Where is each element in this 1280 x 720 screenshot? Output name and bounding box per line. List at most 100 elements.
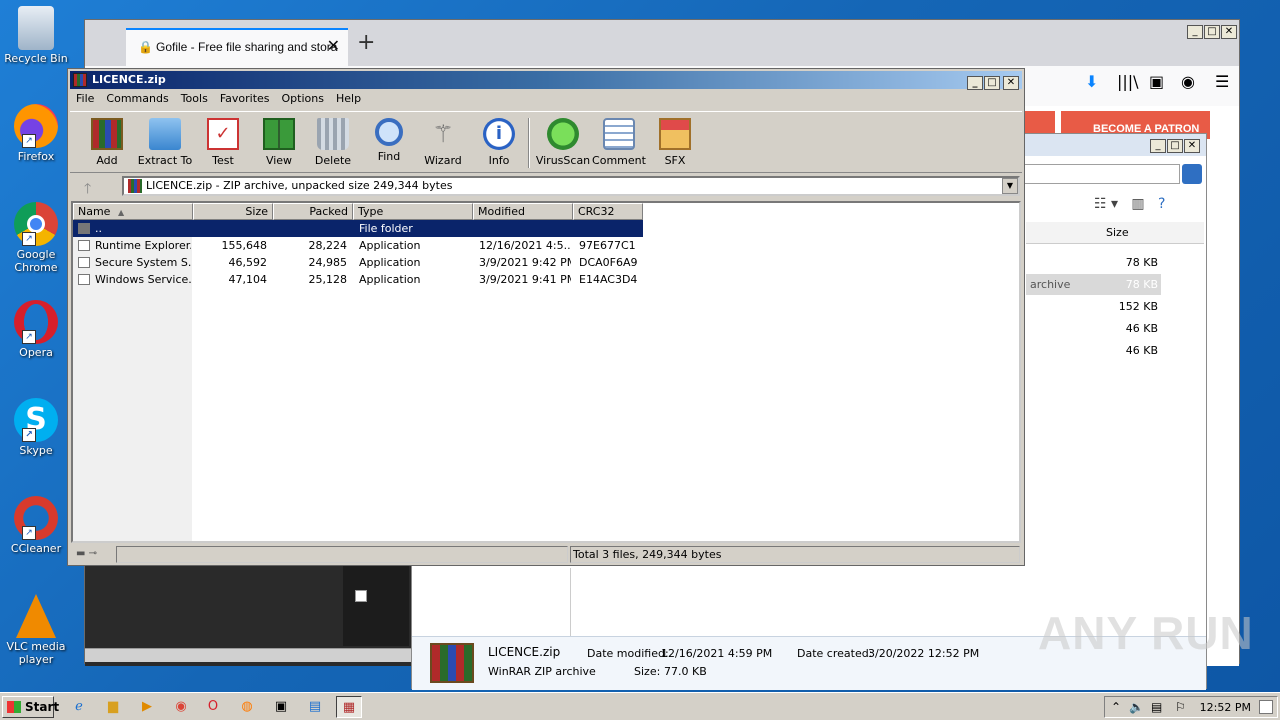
checkbox[interactable] xyxy=(355,590,367,602)
winrar-taskbar-icon[interactable]: ▦ xyxy=(336,696,362,718)
firefox-tab[interactable]: 🔒 Gofile - Free file sharing and stora ✕ xyxy=(126,28,348,66)
archive-icon xyxy=(128,179,142,193)
library-icon[interactable]: |||\ xyxy=(1117,72,1139,91)
table-row[interactable]: Runtime Explorer... 155,648 28,224 Appli… xyxy=(73,237,643,254)
comment-button[interactable]: Comment xyxy=(590,114,648,167)
close-button[interactable]: ✕ xyxy=(1003,76,1019,90)
close-tab-icon[interactable]: ✕ xyxy=(327,30,340,64)
add-button[interactable]: Add xyxy=(78,114,136,167)
minimize-button[interactable]: _ xyxy=(1150,139,1166,153)
maximize-button[interactable]: □ xyxy=(1167,139,1183,153)
cell-type: Application xyxy=(359,256,421,269)
cell-type: Application xyxy=(359,239,421,252)
column-crc32[interactable]: CRC32 xyxy=(573,203,643,220)
ccleaner-icon: ↗ xyxy=(14,496,58,540)
toolbar-label: Delete xyxy=(314,154,352,167)
find-button[interactable]: Find xyxy=(360,114,418,163)
delete-button[interactable]: Delete xyxy=(304,114,362,167)
column-packed[interactable]: Packed xyxy=(273,203,353,220)
winrar-titlebar: LICENCE.zip _ □ ✕ xyxy=(70,71,1022,90)
winrar-archive-icon xyxy=(430,643,474,683)
menu-icon[interactable]: ☰ xyxy=(1215,72,1229,91)
show-desktop-icon[interactable] xyxy=(1259,700,1273,714)
explorer-window-icon[interactable]: ▤ xyxy=(302,696,328,718)
firefox-window-controls: _ □ ✕ xyxy=(1186,24,1237,39)
help-icon[interactable]: ? xyxy=(1158,196,1165,212)
explorer-search-input[interactable] xyxy=(1022,164,1180,184)
date-created-value: 3/20/2022 12:52 PM xyxy=(868,647,980,660)
maximize-button[interactable]: □ xyxy=(984,76,1000,90)
horizontal-scrollbar[interactable] xyxy=(85,648,411,662)
cell-name: Runtime Explorer... xyxy=(95,239,191,252)
download-icon[interactable]: ⬇ xyxy=(1085,72,1098,91)
application-icon xyxy=(78,240,90,251)
desktop-icon-firefox[interactable]: ↗ Firefox xyxy=(4,104,68,163)
view-button[interactable]: View xyxy=(250,114,308,167)
chrome-icon[interactable]: ◉ xyxy=(168,696,194,718)
tray-expand-icon[interactable]: ⌃ xyxy=(1111,700,1121,714)
drive-icon[interactable]: ▬ ⊸ xyxy=(76,548,112,560)
desktop-icon-chrome[interactable]: ↗ Google Chrome xyxy=(4,202,68,274)
file-size: 46 KB xyxy=(1125,322,1158,335)
firefox-icon[interactable]: ◍ xyxy=(234,696,260,718)
network-icon[interactable]: ▤ xyxy=(1151,700,1162,714)
close-button[interactable]: ✕ xyxy=(1184,139,1200,153)
opera-icon[interactable]: O xyxy=(200,696,226,718)
test-button[interactable]: ✓ Test xyxy=(194,114,252,167)
start-button[interactable]: Start xyxy=(2,696,59,718)
menu-options[interactable]: Options xyxy=(276,90,330,107)
path-combobox[interactable]: LICENCE.zip - ZIP archive, unpacked size… xyxy=(122,176,1020,196)
table-row[interactable]: Secure System S... 46,592 24,985 Applica… xyxy=(73,254,643,271)
window-icon[interactable]: ▣ xyxy=(268,696,294,718)
menu-favorites[interactable]: Favorites xyxy=(214,90,276,107)
media-player-icon[interactable]: ▶ xyxy=(134,696,160,718)
details-name: LICENCE.zip xyxy=(488,645,561,659)
desktop-icon-skype[interactable]: S ↗ Skype xyxy=(4,398,68,457)
virusscan-button[interactable]: VirusScan xyxy=(534,114,592,167)
status-left xyxy=(116,546,568,563)
extract-to-button[interactable]: Extract To xyxy=(136,114,194,167)
table-row[interactable]: .. File folder xyxy=(73,220,643,237)
menu-file[interactable]: File xyxy=(70,90,100,107)
desktop-icon-vlc[interactable]: VLC media player xyxy=(4,594,68,666)
close-button[interactable]: ✕ xyxy=(1221,25,1237,39)
table-row[interactable]: Windows Service... 47,104 25,128 Applica… xyxy=(73,271,643,288)
desktop-icon-ccleaner[interactable]: ↗ CCleaner xyxy=(4,496,68,555)
explorer-icon[interactable]: ▆ xyxy=(100,696,126,718)
folder-up-icon xyxy=(78,223,90,234)
column-modified[interactable]: Modified xyxy=(473,203,573,220)
column-name[interactable]: Name ▲ xyxy=(73,203,193,220)
chevron-down-icon[interactable]: ▼ xyxy=(1002,178,1018,194)
vlc-icon xyxy=(16,594,56,638)
sfx-button[interactable]: SFX xyxy=(646,114,704,167)
column-size[interactable]: Size xyxy=(193,203,273,220)
clock[interactable]: 12:52 PM xyxy=(1200,701,1251,714)
minimize-button[interactable]: _ xyxy=(1187,25,1203,39)
column-size[interactable]: Size xyxy=(1106,226,1129,239)
menu-commands[interactable]: Commands xyxy=(100,90,174,107)
desktop-icon-opera[interactable]: ↗ Opera xyxy=(4,300,68,359)
minimize-button[interactable]: _ xyxy=(967,76,983,90)
sidebar-icon[interactable]: ▣ xyxy=(1149,72,1164,91)
menu-help[interactable]: Help xyxy=(330,90,367,107)
desktop-icon-label: Skype xyxy=(19,444,53,457)
search-icon[interactable] xyxy=(1182,164,1202,184)
column-type[interactable]: Type xyxy=(353,203,473,220)
status-right: Total 3 files, 249,344 bytes xyxy=(570,546,1020,563)
desktop-icon-recycle-bin[interactable]: Recycle Bin xyxy=(4,6,68,65)
file-size: 46 KB xyxy=(1125,344,1158,357)
info-button[interactable]: i Info xyxy=(470,114,528,167)
view-options[interactable]: ☷ ▾ ▥ ? xyxy=(1094,196,1165,212)
ie-icon[interactable]: ℯ xyxy=(66,696,92,718)
column-label: Size xyxy=(245,205,268,218)
volume-icon[interactable]: 🔈 xyxy=(1129,700,1144,714)
flag-icon[interactable]: ⚐ xyxy=(1175,700,1186,714)
toolbar-label: View xyxy=(265,154,293,167)
up-arrow-icon[interactable]: 🡑 xyxy=(84,178,91,202)
maximize-button[interactable]: □ xyxy=(1204,25,1220,39)
wizard-button[interactable]: ⚚ Wizard xyxy=(414,114,472,167)
menu-tools[interactable]: Tools xyxy=(175,90,214,107)
account-icon[interactable]: ◉ xyxy=(1181,72,1195,91)
new-tab-icon[interactable]: + xyxy=(357,30,375,55)
pane-divider xyxy=(570,568,571,638)
